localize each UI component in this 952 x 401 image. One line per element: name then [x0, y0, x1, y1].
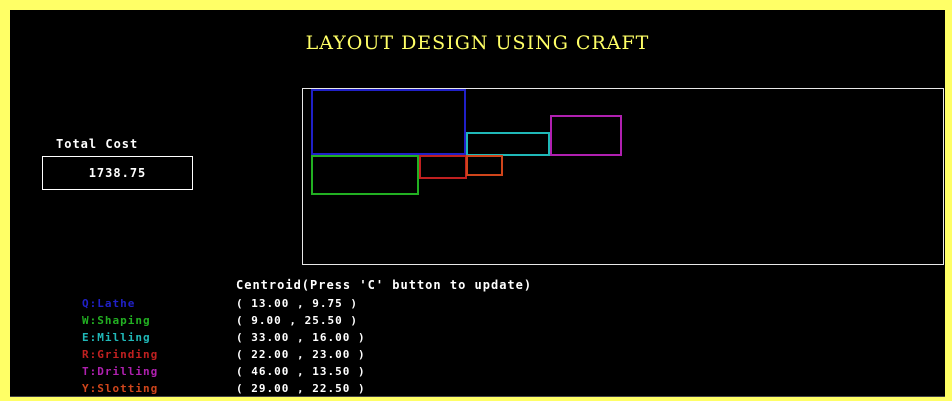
page-title: LAYOUT DESIGN USING CRAFT [305, 32, 650, 54]
total-cost-box: 1738.75 [42, 156, 193, 190]
dept-milling-block [466, 132, 550, 156]
centroid-coords: ( 13.00 , 9.75 ) [236, 297, 358, 310]
dept-lathe-block [311, 89, 466, 155]
centroid-coords: ( 46.00 , 13.50 ) [236, 365, 366, 378]
dept-label: Y:Slotting [82, 382, 159, 395]
legend-row-shaping: W:Shaping ( 9.00 , 25.50 ) [82, 312, 366, 329]
total-cost-label: Total Cost [56, 137, 139, 151]
legend-row-slotting: Y:Slotting ( 29.00 , 22.50 ) [82, 380, 366, 397]
dept-label: R:Grinding [82, 348, 159, 361]
centroid-coords: ( 33.00 , 16.00 ) [236, 331, 366, 344]
dept-label: E:Milling [82, 331, 151, 344]
centroid-coords: ( 9.00 , 25.50 ) [236, 314, 358, 327]
layout-canvas [302, 88, 944, 265]
dept-drilling-block [550, 115, 622, 156]
legend-row-milling: E:Milling ( 33.00 , 16.00 ) [82, 329, 366, 346]
centroid-header: Centroid(Press 'C' button to update) [236, 278, 533, 292]
dept-label: T:Drilling [82, 365, 159, 378]
total-cost-value: 1738.75 [88, 166, 147, 180]
dept-shaping-block [311, 155, 419, 195]
dept-label: W:Shaping [82, 314, 151, 327]
legend-row-drilling: T:Drilling ( 46.00 , 13.50 ) [82, 363, 366, 380]
centroid-legend: Q:Lathe ( 13.00 , 9.75 ) W:Shaping ( 9.00 … [82, 295, 366, 397]
dept-slotting-block [466, 155, 503, 176]
centroid-coords: ( 29.00 , 22.50 ) [236, 382, 366, 395]
craft-layout-window: LAYOUT DESIGN USING CRAFT Total Cost 173… [10, 10, 945, 397]
legend-row-grinding: R:Grinding ( 22.00 , 23.00 ) [82, 346, 366, 363]
dept-grinding-block [419, 155, 467, 179]
dept-label: Q:Lathe [82, 297, 136, 310]
centroid-coords: ( 22.00 , 23.00 ) [236, 348, 366, 361]
legend-row-lathe: Q:Lathe ( 13.00 , 9.75 ) [82, 295, 366, 312]
